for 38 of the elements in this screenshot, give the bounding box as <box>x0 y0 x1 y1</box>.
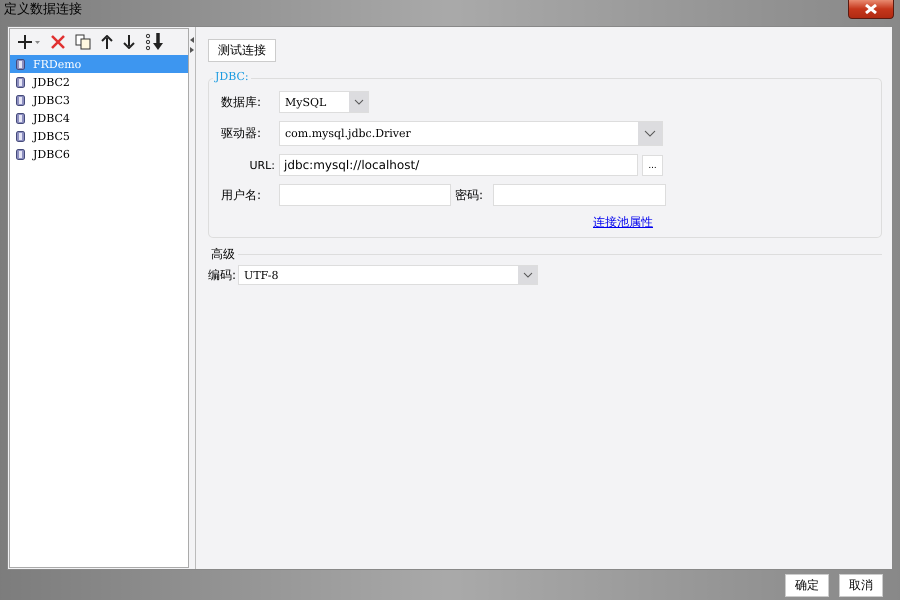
window-title: 定义数据连接 <box>4 1 82 19</box>
url-field[interactable]: jdbc:mysql://localhost/ <box>279 154 638 176</box>
close-icon <box>865 4 877 14</box>
database-icon <box>16 58 25 70</box>
test-connection-button[interactable]: 测试连接 <box>208 39 276 62</box>
database-dropdown[interactable]: MySQL <box>279 91 369 113</box>
chevron-down-icon <box>522 272 533 278</box>
field-label: 密码: <box>455 186 484 204</box>
connection-item[interactable]: JDBC5 <box>10 127 188 145</box>
delete-button[interactable] <box>48 34 68 50</box>
database-icon <box>16 94 25 106</box>
field-label: 数据库: <box>221 94 262 110</box>
collapse-arrows-icon[interactable] <box>190 37 194 53</box>
password-field[interactable] <box>493 184 666 206</box>
close-button[interactable] <box>848 0 894 19</box>
connection-item[interactable]: JDBC2 <box>10 73 188 91</box>
encoding-dropdown[interactable]: UTF-8 <box>238 265 538 285</box>
database-icon <box>16 112 25 124</box>
cancel-button[interactable]: 取消 <box>839 574 883 596</box>
chevron-down-icon <box>644 130 656 137</box>
pool-properties-link[interactable]: 连接池属性 <box>593 214 653 231</box>
field-label: URL: <box>248 158 275 172</box>
username-field[interactable] <box>279 184 451 206</box>
connection-item[interactable]: JDBC4 <box>10 109 188 127</box>
database-icon <box>16 76 25 88</box>
chevron-down-icon <box>354 99 364 105</box>
connection-item[interactable]: JDBC3 <box>10 91 188 109</box>
database-icon <box>16 148 25 160</box>
field-label: 用户名: <box>221 186 262 204</box>
database-icon <box>16 130 25 142</box>
driver-dropdown[interactable]: com.mysql.jdbc.Driver <box>279 121 663 146</box>
ok-button[interactable]: 确定 <box>785 574 829 596</box>
field-label: 编码: <box>208 266 236 284</box>
group-legend: JDBC: <box>213 70 251 83</box>
field-label: 驱动器: <box>221 125 262 142</box>
section-title: 高级 <box>210 246 236 263</box>
connection-item[interactable]: JDBC6 <box>10 145 188 163</box>
browse-button[interactable]: ... <box>642 154 663 176</box>
